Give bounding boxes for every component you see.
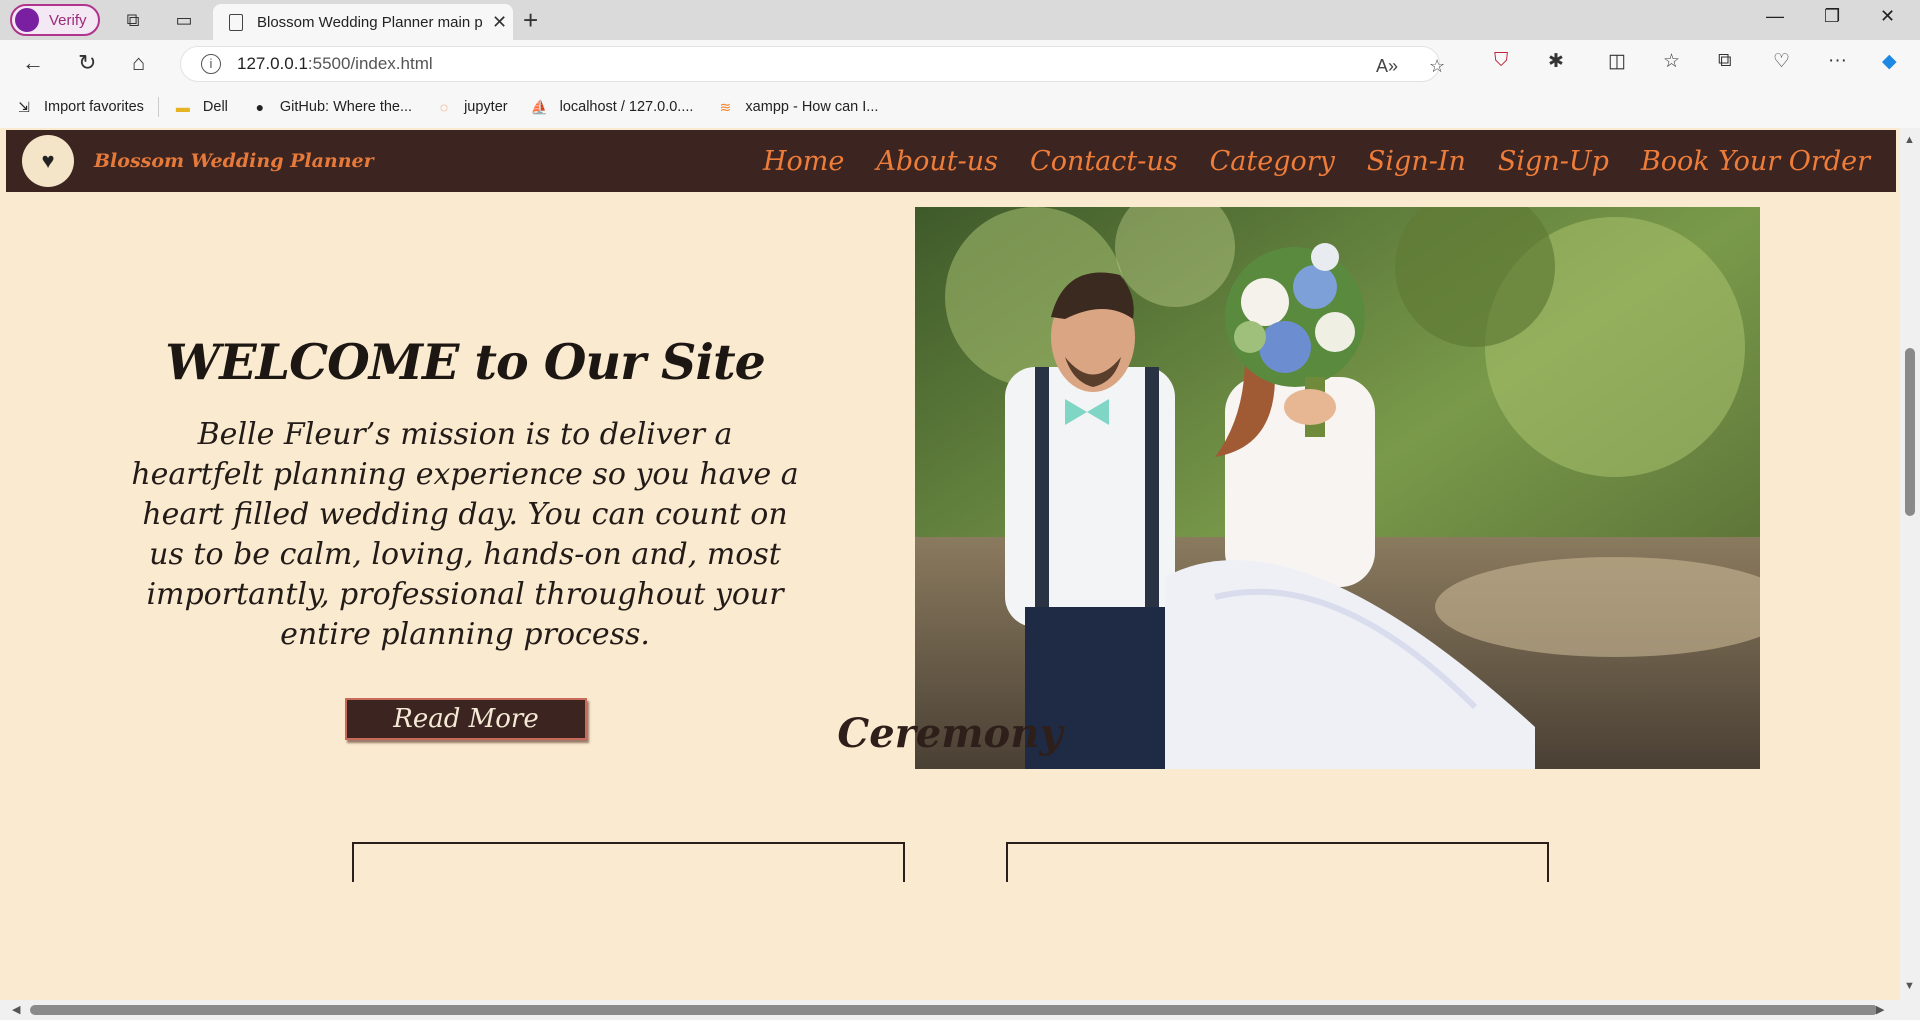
tab-title: Blossom Wedding Planner main page: [257, 13, 482, 31]
nav-category[interactable]: Category: [1210, 146, 1335, 177]
refresh-icon[interactable]: ↻: [78, 50, 96, 76]
bookmark-label: Import favorites: [44, 99, 144, 115]
horizontal-scrollbar[interactable]: ◀ ▶: [0, 1000, 1920, 1020]
bookmark-dell[interactable]: ▬ Dell: [173, 98, 228, 116]
scroll-left-arrow-icon[interactable]: ◀: [12, 1003, 20, 1016]
url-host: 127.0.0.1: [237, 54, 308, 73]
back-icon[interactable]: ←: [22, 50, 44, 76]
split-screen-icon[interactable]: ◫: [1608, 50, 1626, 73]
ceremony-card-right: [1006, 842, 1549, 882]
folder-icon: ▬: [175, 99, 190, 115]
collections-icon[interactable]: ⧉: [1718, 50, 1732, 72]
bookmark-localhost[interactable]: ⛵ localhost / 127.0.0....: [530, 98, 694, 116]
hero-text-block: WELCOME to Our Site Belle Fleur’s missio…: [130, 333, 800, 655]
site-brand[interactable]: Blossom Wedding Planner: [94, 150, 374, 172]
ceremony-card-left: [352, 842, 905, 882]
section-title-ceremony: Ceremony: [837, 710, 1063, 757]
workspaces-icon[interactable]: ⧉: [121, 8, 145, 32]
nav-home[interactable]: Home: [763, 146, 844, 177]
profile-button[interactable]: Verify: [10, 4, 100, 36]
favorites-icon[interactable]: ☆: [1663, 50, 1680, 73]
site-info-icon[interactable]: i: [201, 54, 221, 74]
bookmark-label: localhost / 127.0.0....: [559, 99, 694, 115]
restore-icon[interactable]: ❐: [1824, 6, 1840, 27]
browser-tab-active[interactable]: Blossom Wedding Planner main page ✕: [213, 4, 513, 40]
hero-description: Belle Fleur’s mission is to deliver a he…: [131, 417, 799, 652]
vertical-scroll-thumb[interactable]: [1905, 348, 1915, 516]
vertical-scrollbar[interactable]: ▲ ▼: [1900, 128, 1920, 1000]
browser-tab-strip: Verify ⧉ ▭ Blossom Wedding Planner main …: [0, 0, 1920, 40]
address-toolbar: ← ↻ ⌂ i 127.0.0.1:5500/index.html A» ☆: [0, 40, 1920, 88]
bookmark-import-favorites[interactable]: ⇲ Import favorites: [14, 98, 144, 116]
close-tab-icon[interactable]: ✕: [492, 12, 507, 33]
bookmark-label: GitHub: Where the...: [279, 99, 413, 115]
scroll-up-arrow-icon[interactable]: ▲: [1904, 134, 1915, 146]
wedding-photo-illustration: [915, 207, 1760, 769]
page-icon: [229, 13, 243, 31]
bookmark-xampp[interactable]: ≋ xampp - How can I...: [715, 98, 879, 116]
more-menu-icon[interactable]: ···: [1828, 50, 1847, 72]
copilot-icon[interactable]: ◆: [1882, 50, 1897, 73]
nav-sign-in[interactable]: Sign-In: [1367, 146, 1466, 177]
import-icon: ⇲: [18, 98, 30, 115]
extensions-icon[interactable]: ✱: [1548, 50, 1564, 73]
vertical-tabs-icon[interactable]: ▭: [172, 8, 196, 32]
url-path: :5500/index.html: [307, 54, 433, 73]
bookmark-divider: [157, 97, 159, 117]
home-icon[interactable]: ⌂: [132, 50, 145, 76]
profile-label: Verify: [49, 11, 87, 29]
new-tab-icon[interactable]: +: [523, 5, 538, 36]
jupyter-icon: ◌: [439, 99, 449, 115]
nav-contact-us[interactable]: Contact-us: [1030, 146, 1178, 177]
scroll-down-arrow-icon[interactable]: ▼: [1904, 980, 1915, 992]
stackoverflow-icon: ≋: [719, 98, 732, 115]
phpmyadmin-icon: ⛵: [530, 98, 549, 115]
bookmark-github[interactable]: ● GitHub: Where the...: [250, 98, 412, 116]
page-viewport: ♥ Blossom Wedding Planner Home About-us …: [0, 128, 1900, 1000]
wedding-couple-photo: [915, 207, 1760, 769]
nav-book-order[interactable]: Book Your Order: [1641, 146, 1870, 177]
bookmark-label: jupyter: [464, 99, 508, 115]
bookmark-jupyter[interactable]: ◌ jupyter: [434, 98, 508, 116]
horizontal-scroll-thumb[interactable]: [30, 1005, 1878, 1015]
url-text[interactable]: 127.0.0.1:5500/index.html: [237, 54, 433, 74]
logo-heart-hands-icon[interactable]: ♥: [22, 135, 74, 187]
avatar: [15, 8, 39, 32]
site-menu: Home About-us Contact-us Category Sign-I…: [731, 130, 1870, 192]
scroll-right-arrow-icon[interactable]: ▶: [1876, 1003, 1884, 1016]
nav-about-us[interactable]: About-us: [876, 146, 998, 177]
bookmark-label: xampp - How can I...: [745, 99, 879, 115]
mcafee-extension-icon[interactable]: ⛉: [1494, 50, 1508, 72]
favorite-star-icon[interactable]: ☆: [1429, 56, 1445, 77]
bookmarks-bar: ⇲ Import favorites ▬ Dell ● GitHub: Where t…: [0, 88, 1920, 126]
minimize-icon[interactable]: —: [1766, 6, 1784, 27]
address-bar[interactable]: i 127.0.0.1:5500/index.html A» ☆: [180, 46, 1445, 82]
hero-title: WELCOME to Our Site: [165, 333, 766, 391]
bookmark-label: Dell: [202, 99, 228, 115]
close-window-icon[interactable]: ✕: [1880, 6, 1895, 27]
browser-essentials-icon[interactable]: ♡: [1773, 50, 1790, 73]
nav-sign-up[interactable]: Sign-Up: [1498, 146, 1609, 177]
site-navbar: ♥ Blossom Wedding Planner Home About-us …: [6, 130, 1896, 192]
github-icon: ●: [255, 99, 265, 115]
read-aloud-icon[interactable]: A»: [1376, 56, 1398, 77]
